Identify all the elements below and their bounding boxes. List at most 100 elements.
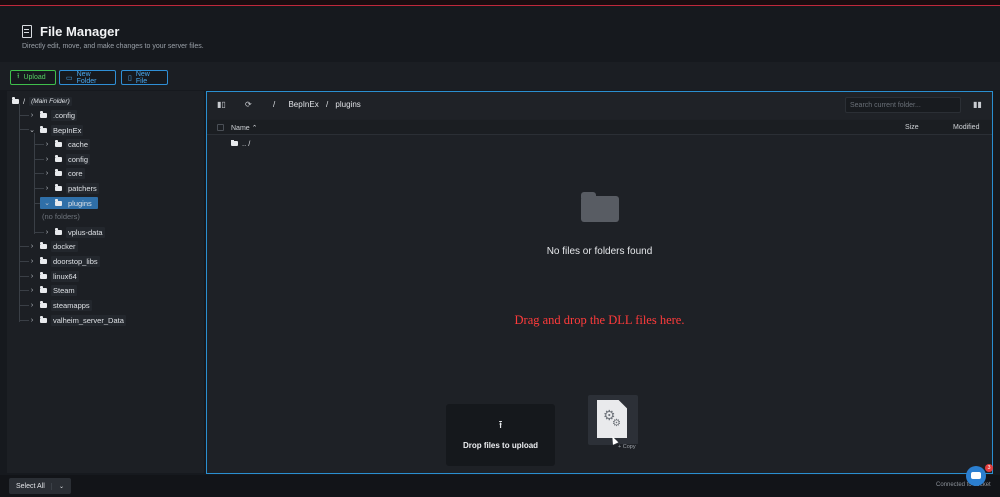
file-plus-icon: ▯ — [128, 74, 132, 82]
notification-badge: 3 — [985, 464, 993, 472]
chevron-down-icon[interactable]: ⌄ — [52, 483, 71, 490]
folder-icon — [231, 139, 238, 146]
tree-item-label: cache — [66, 138, 91, 150]
tree-item-label: Steam — [51, 284, 77, 296]
file-list-panel[interactable]: ▮▯ ⟳ / BepInEx / plugins Search current … — [206, 91, 993, 474]
breadcrumb: / BepInEx / plugins — [273, 100, 366, 109]
folder-icon — [55, 199, 62, 206]
tree-item-valheim-server-data[interactable]: › valheim_server_Data — [27, 314, 126, 326]
folder-icon — [40, 286, 47, 293]
tree-item-config[interactable]: › .config — [27, 109, 78, 121]
search-input[interactable]: Search current folder... — [845, 97, 961, 113]
upload-icon: ⭱ — [17, 73, 20, 80]
upload-label: Upload — [23, 74, 46, 81]
tree-root-label: (Main Folder) — [29, 96, 72, 106]
folder-icon — [55, 228, 62, 235]
refresh-icon[interactable]: ⟳ — [245, 100, 252, 109]
select-all-dropdown[interactable]: Select All ⌄ — [9, 478, 71, 494]
chevron-right-icon: › — [45, 140, 49, 148]
tree-item-bepinex[interactable]: ⌄ BepInEx — [27, 124, 84, 136]
tree-item-linux64[interactable]: › linux64 — [27, 270, 79, 282]
breadcrumb-bepinex[interactable]: BepInEx — [288, 100, 318, 109]
chevron-right-icon: › — [30, 286, 34, 294]
chevron-right-icon: › — [45, 169, 49, 177]
file-toolbar: ▮▯ ⟳ / BepInEx / plugins Search current … — [207, 92, 992, 119]
tree-root-slash: / — [23, 96, 26, 106]
chevron-right-icon: › — [30, 272, 34, 280]
page-title: File Manager — [40, 24, 120, 39]
folder-icon — [40, 316, 47, 323]
chevron-down-icon: ⌄ — [44, 200, 50, 207]
folder-tree: / (Main Folder) › .config ⌄ BepInEx › ca… — [7, 91, 204, 473]
chevron-right-icon: › — [45, 228, 49, 236]
drag-drop-annotation: Drag and drop the DLL files here. — [514, 313, 685, 327]
folder-icon — [40, 272, 47, 279]
breadcrumb-plugins[interactable]: plugins — [335, 100, 360, 109]
tree-item-label: config — [66, 153, 91, 165]
new-folder-label: New Folder — [76, 70, 97, 85]
tree-item-steamapps[interactable]: › steamapps — [27, 299, 92, 311]
tree-item-steam[interactable]: › Steam — [27, 284, 77, 296]
page-header: File Manager — [22, 24, 119, 39]
tree-item-config-sub[interactable]: › config — [42, 153, 91, 165]
folder-icon — [40, 126, 47, 133]
tree-item-patchers[interactable]: › patchers — [42, 182, 99, 194]
drop-zone[interactable]: ⭱ Drop files to upload — [446, 404, 555, 466]
chevron-right-icon: › — [30, 257, 34, 265]
breadcrumb-separator: / — [325, 100, 329, 109]
new-file-label: New File — [135, 70, 150, 85]
columns-toggle-icon[interactable]: ▮▮ — [973, 100, 982, 109]
folder-icon — [40, 301, 47, 308]
upload-arrow-icon: ⭱ — [498, 419, 503, 431]
tree-item-vplus-data[interactable]: › vplus-data — [42, 226, 105, 238]
chevron-right-icon: › — [30, 301, 34, 309]
parent-directory-label: .. / — [242, 139, 251, 148]
tree-item-docker[interactable]: › docker — [27, 240, 78, 252]
drop-zone-text: Drop files to upload — [462, 441, 539, 450]
select-all-label: Select All — [9, 482, 52, 490]
folder-icon — [55, 140, 62, 147]
chevron-right-icon: › — [30, 111, 34, 119]
empty-state-message: No files or folders found — [546, 246, 653, 257]
tree-item-label: valheim_server_Data — [51, 314, 126, 326]
tree-item-label: steamapps — [51, 299, 92, 311]
chevron-right-icon: › — [30, 316, 34, 324]
folder-icon — [55, 155, 62, 162]
breadcrumb-root[interactable]: / — [273, 100, 275, 109]
chat-support-icon[interactable] — [966, 466, 986, 486]
tree-item-cache[interactable]: › cache — [42, 138, 91, 150]
select-all-checkbox[interactable] — [217, 124, 224, 131]
upload-button[interactable]: ⭱ Upload — [10, 70, 56, 85]
folder-plus-icon: ▭ — [66, 74, 73, 82]
chevron-down-icon: ⌄ — [29, 127, 35, 134]
tree-guide — [34, 133, 35, 234]
tree-item-label: vplus-data — [66, 226, 105, 238]
tree-root[interactable]: / (Main Folder) — [12, 95, 72, 107]
tree-item-label: plugins — [68, 198, 92, 208]
new-file-button[interactable]: ▯ New File — [121, 70, 168, 85]
parent-directory-row[interactable]: .. / — [231, 139, 250, 148]
tree-item-label: .config — [51, 109, 78, 121]
footer-bar — [0, 475, 1000, 497]
no-folders-note: (no folders) — [42, 212, 80, 221]
page-subtitle: Directly edit, move, and make changes to… — [22, 43, 204, 50]
folder-icon — [40, 111, 47, 118]
chevron-right-icon: › — [30, 242, 34, 250]
name-column-header[interactable]: Name ⌃ — [231, 124, 257, 132]
new-folder-button[interactable]: ▭ New Folder — [59, 70, 116, 85]
tree-item-label: docker — [51, 240, 78, 252]
tree-item-label: patchers — [66, 182, 99, 194]
modified-column-header[interactable]: Modified — [953, 124, 979, 131]
tree-item-core[interactable]: › core — [42, 167, 85, 179]
empty-folder-icon — [581, 192, 619, 222]
sidebar-toggle-icon[interactable]: ▮▯ — [217, 100, 226, 109]
tree-item-label: linux64 — [51, 270, 79, 282]
folder-icon — [55, 184, 62, 191]
folder-icon — [12, 97, 19, 104]
tree-item-doorstop-libs[interactable]: › doorstop_libs — [27, 255, 100, 267]
size-column-header[interactable]: Size — [905, 124, 919, 131]
column-header: Name ⌃ Size Modified — [207, 120, 992, 135]
folder-icon — [40, 257, 47, 264]
document-icon — [22, 25, 32, 38]
tree-item-plugins[interactable]: ⌄ plugins — [40, 197, 98, 209]
